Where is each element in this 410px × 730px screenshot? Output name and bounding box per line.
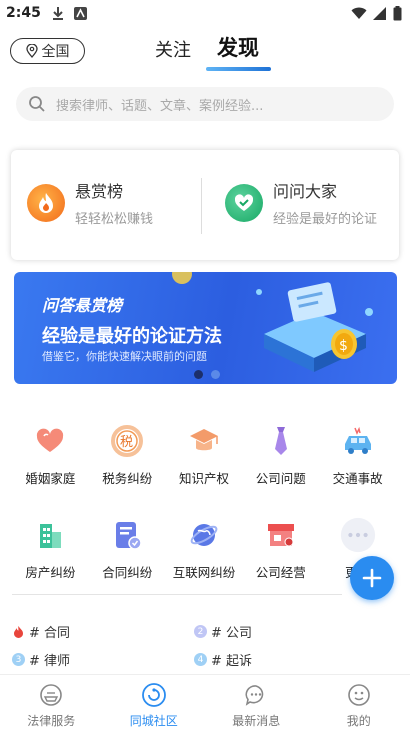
status-bar: 2:45 <box>0 0 410 28</box>
category-label: 房产纠纷 <box>25 565 76 580</box>
status-time: 2:45 <box>6 5 41 21</box>
category-business-operation[interactable]: 公司经营 <box>242 516 319 581</box>
banner-dot-active[interactable] <box>194 370 203 379</box>
download-icon <box>53 7 63 20</box>
reward-board-entry[interactable]: 悬赏榜 轻轻松松赚钱 <box>27 178 153 227</box>
category-ip[interactable]: 知识产权 <box>166 422 243 487</box>
top-nav: 全国 关注 发现 <box>0 30 410 74</box>
category-label: 公司经营 <box>255 565 306 580</box>
category-company-issue[interactable]: 公司问题 <box>242 422 319 487</box>
hot-topic-rank: 3 <box>12 653 25 666</box>
globe-icon <box>185 516 223 554</box>
category-label: 公司问题 <box>255 471 306 486</box>
status-notification-icons <box>52 6 87 20</box>
hot-topic-text: # 起诉 <box>211 654 253 669</box>
category-tax-dispute[interactable]: 税 税务纠纷 <box>89 422 166 487</box>
wifi-icon <box>351 7 367 19</box>
more-icon <box>339 516 377 554</box>
promo-banner[interactable]: $ 问答悬赏榜 经验是最好的论证方法 借鉴它，你能快速解决眼前的问题 <box>14 272 397 384</box>
tie-icon <box>262 422 300 460</box>
tab-active-indicator <box>206 67 271 71</box>
hot-topic-text: # 合同 <box>29 626 71 641</box>
building-icon <box>31 516 69 554</box>
location-selector[interactable]: 全国 <box>10 38 85 64</box>
banner-subtitle: 借鉴它，你能快速解决眼前的问题 <box>42 350 207 363</box>
reward-divider <box>201 178 202 234</box>
reward-board-subtitle: 轻轻松松赚钱 <box>75 212 154 227</box>
category-marriage-family[interactable]: 婚姻家庭 <box>12 422 89 487</box>
hot-topic-item[interactable]: 4 # 起诉 <box>194 650 252 669</box>
battery-icon <box>393 6 402 21</box>
store-icon <box>262 516 300 554</box>
fire-rank-icon <box>14 626 23 638</box>
banner-title: 问答悬赏榜 <box>42 296 123 315</box>
category-label: 交通事故 <box>332 471 383 486</box>
category-row: 婚姻家庭 税 税务纠纷 知识产权 公司问题 交通事故 <box>12 422 396 487</box>
category-contract-dispute[interactable]: 合同纠纷 <box>89 516 166 581</box>
signal-icon <box>373 7 386 20</box>
hot-topic-item[interactable]: 2 # 公司 <box>194 622 252 641</box>
category-label: 知识产权 <box>178 471 229 486</box>
add-post-button[interactable] <box>350 556 394 600</box>
banner-dot[interactable] <box>211 370 220 379</box>
plus-icon <box>362 568 382 588</box>
graduation-cap-icon <box>185 422 223 460</box>
category-traffic-accident[interactable]: 交通事故 <box>319 422 396 487</box>
car-accident-icon <box>339 422 377 460</box>
nav-label: 最新消息 <box>232 714 281 728</box>
message-icon <box>243 682 269 708</box>
svg-text:$: $ <box>339 338 348 354</box>
app-notification-icon <box>74 6 87 20</box>
nav-label: 法律服务 <box>27 714 76 728</box>
community-icon <box>141 682 167 708</box>
hot-topic-text: # 律师 <box>29 654 71 669</box>
category-label: 合同纠纷 <box>102 565 153 580</box>
hot-topic-rank: 2 <box>194 625 207 638</box>
tax-icon: 税 <box>108 422 146 460</box>
location-label: 全国 <box>41 44 70 60</box>
search-placeholder: 搜索律师、话题、文章、案例经验... <box>56 98 264 114</box>
search-input[interactable]: 搜索律师、话题、文章、案例经验... <box>16 87 394 121</box>
nav-latest-messages[interactable]: 最新消息 <box>205 675 308 730</box>
nav-law-service[interactable]: 法律服务 <box>0 675 103 730</box>
law-service-icon <box>38 682 64 708</box>
nav-city-community[interactable]: 同城社区 <box>103 675 206 730</box>
heart-icon <box>31 422 69 460</box>
tab-discover[interactable]: 发现 <box>217 32 259 62</box>
flame-icon <box>27 183 65 222</box>
status-system-icons <box>351 6 402 21</box>
category-label: 税务纠纷 <box>102 471 153 486</box>
banner-headline: 经验是最好的论证方法 <box>42 326 222 347</box>
heart-handshake-icon <box>225 183 263 222</box>
category-internet-dispute[interactable]: 互联网纠纷 <box>166 516 243 581</box>
tab-follow[interactable]: 关注 <box>155 36 191 62</box>
profile-icon <box>346 682 372 708</box>
svg-text:税: 税 <box>120 435 133 450</box>
ask-everyone-subtitle: 经验是最好的论证 <box>273 212 378 227</box>
nav-my-profile[interactable]: 我的 <box>308 675 410 730</box>
ask-everyone-entry[interactable]: 问问大家 经验是最好的论证 <box>225 178 377 227</box>
category-label: 互联网纠纷 <box>172 565 236 580</box>
banner-pagination <box>194 370 220 379</box>
ask-everyone-title: 问问大家 <box>273 182 338 201</box>
category-property-dispute[interactable]: 房产纠纷 <box>12 516 89 581</box>
section-divider <box>12 594 342 595</box>
hot-topic-item[interactable]: 3 # 律师 <box>12 650 70 669</box>
category-label: 婚姻家庭 <box>25 471 76 486</box>
hot-topic-item[interactable]: # 合同 <box>12 622 70 641</box>
nav-label: 同城社区 <box>129 714 178 728</box>
reward-card: 悬赏榜 轻轻松松赚钱 问问大家 经验是最好的论证 <box>11 150 399 260</box>
hot-topic-text: # 公司 <box>211 626 253 641</box>
hot-topic-rank: 4 <box>194 653 207 666</box>
reward-board-title: 悬赏榜 <box>75 182 124 201</box>
nav-label: 我的 <box>346 714 371 728</box>
search-icon <box>29 96 45 112</box>
category-row: 房产纠纷 合同纠纷 互联网纠纷 公司经营 更多 <box>12 516 396 581</box>
bottom-nav: 法律服务 同城社区 最新消息 我的 <box>0 674 410 730</box>
location-pin-icon <box>25 44 38 58</box>
contract-icon <box>108 516 146 554</box>
